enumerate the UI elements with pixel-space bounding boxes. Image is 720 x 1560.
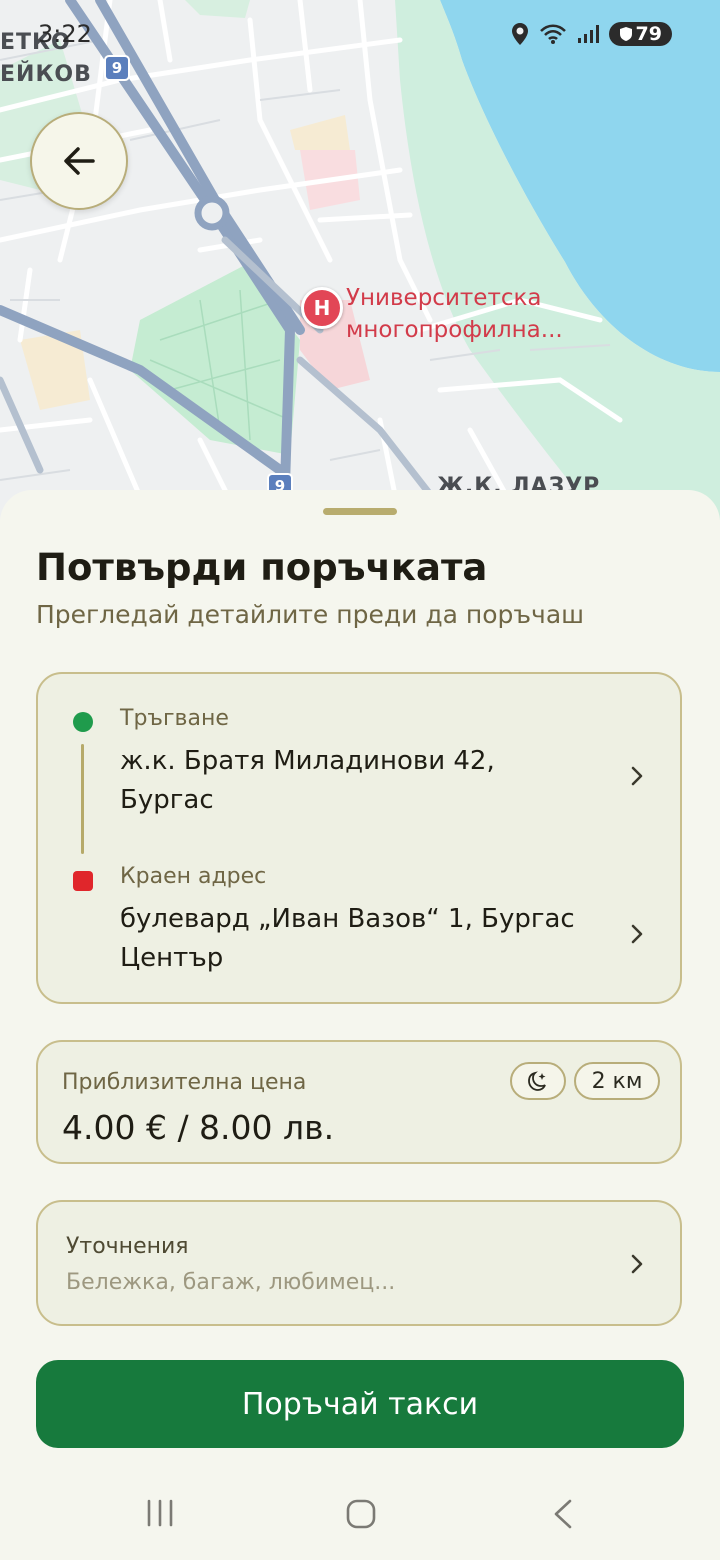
page-subtitle: Прегледай детайлите преди да поръчаш <box>36 600 585 629</box>
pickup-row[interactable]: Тръгване ж.к. Братя Миладинови 42, Бурга… <box>38 674 680 834</box>
dropoff-row[interactable]: Краен адрес булевард „Иван Вазов“ 1, Бур… <box>38 834 680 1004</box>
distance-badge: 2 км <box>574 1062 660 1100</box>
page-title: Потвърди поръчката <box>36 546 488 589</box>
route-card: Тръгване ж.к. Братя Миладинови 42, Бурга… <box>36 672 682 1004</box>
price-card: Приблизителна цена 4.00 € / 8.00 лв. 2 к… <box>36 1040 682 1164</box>
price-value: 4.00 € / 8.00 лв. <box>62 1108 335 1147</box>
map-view[interactable]: ЕТКО ЕЙКОВ 9 9 Ж.К. ЛАЗУР H Университетс… <box>0 0 720 520</box>
location-icon <box>511 23 528 45</box>
recent-apps-icon <box>147 1499 173 1527</box>
home-button[interactable] <box>345 1498 377 1534</box>
price-label: Приблизителна цена <box>62 1070 307 1095</box>
notes-row[interactable]: Уточнения Бележка, багаж, любимец... <box>36 1200 682 1326</box>
wifi-icon <box>539 24 566 44</box>
home-icon <box>346 1499 376 1529</box>
back-button[interactable] <box>30 112 128 210</box>
battery-indicator: 79 <box>608 22 672 46</box>
signal-icon <box>577 25 599 43</box>
recent-apps-button[interactable] <box>145 1498 175 1532</box>
chevron-right-icon <box>630 918 644 953</box>
poi-label[interactable]: Университетска многопрофилна... <box>346 282 563 346</box>
dropoff-address: булевард „Иван Вазов“ 1, Бургас Център <box>120 900 600 978</box>
poi-label-line2: многопрофилна... <box>346 317 563 343</box>
status-bar: 3:22 79 <box>0 18 720 54</box>
back-nav-button[interactable] <box>550 1498 576 1534</box>
map-district-label: ЕЙКОВ <box>0 62 92 87</box>
system-nav-bar <box>0 1490 720 1550</box>
moon-star-icon <box>528 1071 546 1091</box>
sheet-drag-handle[interactable] <box>323 508 397 515</box>
notes-label: Уточнения <box>66 1234 189 1259</box>
status-icons: 79 <box>511 22 672 46</box>
hospital-pin-icon[interactable]: H <box>301 287 343 329</box>
battery-level: 79 <box>635 23 662 45</box>
dropoff-address-line1: булевард „Иван Вазов“ 1, Бургас <box>120 904 575 934</box>
pickup-label: Тръгване <box>120 706 229 731</box>
night-tariff-badge <box>510 1062 566 1100</box>
road-number-badge: 9 <box>111 59 123 77</box>
status-time: 3:22 <box>38 20 92 48</box>
pickup-address: ж.к. Братя Миладинови 42, Бургас <box>120 742 600 820</box>
pickup-address-line1: ж.к. Братя Миладинови 42, <box>120 746 495 776</box>
poi-label-line1: Университетска <box>346 285 542 311</box>
pickup-address-line2: Бургас <box>120 785 214 815</box>
shield-icon <box>619 27 632 41</box>
chevron-right-icon <box>630 760 644 795</box>
arrow-left-icon <box>64 147 95 175</box>
chevron-left-icon <box>554 1499 572 1529</box>
notes-placeholder: Бележка, багаж, любимец... <box>66 1270 396 1295</box>
order-confirmation-sheet: Потвърди поръчката Прегледай детайлите п… <box>0 490 720 1560</box>
chevron-right-icon <box>630 1248 644 1283</box>
dropoff-label: Краен адрес <box>120 864 267 889</box>
order-taxi-button[interactable]: Поръчай такси <box>36 1360 684 1448</box>
dropoff-address-line2: Център <box>120 943 224 973</box>
